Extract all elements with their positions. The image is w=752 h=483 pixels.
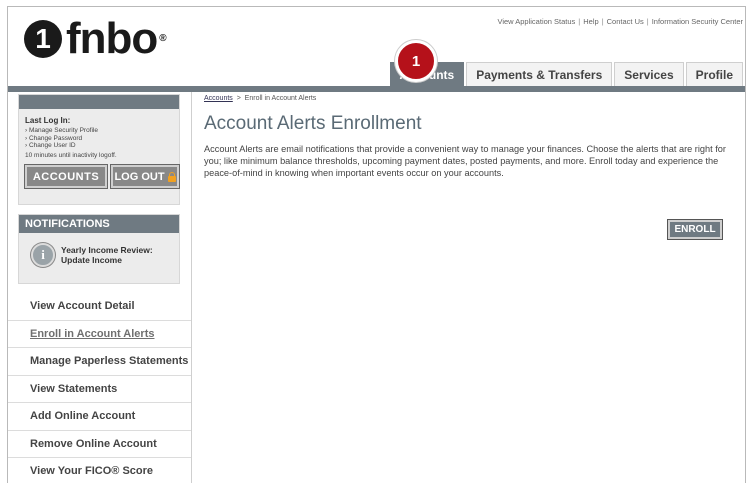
tab-payments-transfers[interactable]: Payments & Transfers [466,62,613,86]
login-panel-header [19,95,179,109]
last-login-label: Last Log In: [25,116,71,125]
fnbo-logo[interactable]: 1 fnbo ® [24,17,167,61]
sidebar-item-view-fico-score[interactable]: View Your FICO® Score [8,458,191,483]
info-icon: i [31,243,55,267]
breadcrumb: Accounts > Enroll in Account Alerts [204,95,316,102]
sidebar-item-remove-online-account[interactable]: Remove Online Account [8,431,191,458]
top-links: View Application Status | Help | Contact Us |… [497,17,743,26]
tab-services[interactable]: Services [614,62,684,86]
logo-mark: 1 [24,20,62,58]
logo-registered: ® [159,33,166,44]
link-change-password[interactable]: Change Password [29,135,82,142]
link-manage-security-profile[interactable]: Manage Security Profile [29,127,98,134]
lock-icon [167,171,176,182]
accounts-button[interactable]: ACCOUNTS [25,165,107,188]
sidebar-item-view-account-detail[interactable]: View Account Detail [8,293,191,321]
breadcrumb-separator: > [236,95,241,102]
link-contact-us[interactable]: Contact Us [607,17,644,26]
main-tabs: Accounts Payments & Transfers Services P… [389,62,743,86]
link-application-status[interactable]: View Application Status [497,17,575,26]
breadcrumb-current: Enroll in Account Alerts [244,95,317,102]
sidebar-item-add-online-account[interactable]: Add Online Account [8,403,191,431]
breadcrumb-accounts-link[interactable]: Accounts [204,95,233,102]
inactivity-note: 10 minutes until inactivity logoff. [25,152,117,159]
tab-profile[interactable]: Profile [685,62,743,86]
link-change-user-id[interactable]: Change User ID [29,142,76,149]
logo-text: fnbo [66,14,158,63]
page-title: Account Alerts Enrollment [204,113,422,134]
login-links: › Manage Security Profile › Change Passw… [25,127,98,149]
enroll-button[interactable]: ENROLL [668,220,722,239]
sidebar-item-view-statements[interactable]: View Statements [8,376,191,403]
login-panel: Last Log In: › Manage Security Profile ›… [18,94,180,205]
notification-item[interactable]: Yearly Income Review: Update Income [61,245,153,265]
logout-label: LOG OUT [114,170,165,183]
link-help[interactable]: Help [583,17,598,26]
sidebar-item-manage-paperless-statements[interactable]: Manage Paperless Statements [8,348,191,376]
step-badge: 1 [395,40,437,82]
sidebar-item-enroll-account-alerts[interactable]: Enroll in Account Alerts [8,321,191,348]
notifications-heading: NOTIFICATIONS [19,215,179,233]
page-frame: 1 fnbo ® View Application Status | Help | Con… [7,6,746,483]
logout-button[interactable]: LOG OUT [111,165,179,188]
notifications-panel: NOTIFICATIONS i Yearly Income Review: Up… [18,214,180,284]
sidebar-nav: View Account Detail Enroll in Account Al… [8,293,191,483]
link-information-security-center[interactable]: Information Security Center [652,17,743,26]
page-description: Account Alerts are email notifications t… [204,144,726,178]
sidebar: Last Log In: › Manage Security Profile ›… [8,92,192,483]
